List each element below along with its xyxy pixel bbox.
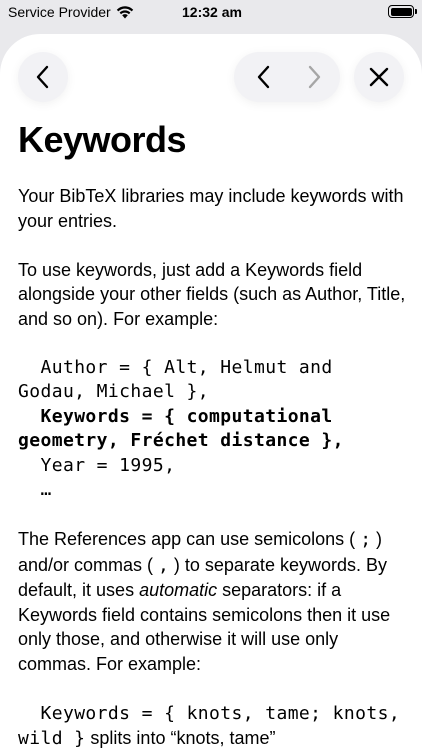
code-example-separators: Keywords = { knots, tame; knots, wild } … <box>18 701 410 750</box>
wifi-icon <box>116 5 133 18</box>
article-body: Keywords Your BibTeX libraries may inclu… <box>18 118 410 750</box>
semicolon-code: ; <box>360 529 372 550</box>
paragraph-intro: Your BibTeX libraries may include keywor… <box>18 186 404 231</box>
chevron-right-icon <box>308 65 321 89</box>
code-example-fields: Author = { Alt, Helmut and Godau, Michae… <box>18 356 410 503</box>
page-title: Keywords <box>18 119 187 160</box>
back-button[interactable] <box>18 52 68 102</box>
help-sheet: Keywords Your BibTeX libraries may inclu… <box>0 34 422 750</box>
page-navigator <box>234 52 340 102</box>
chevron-left-icon <box>257 65 270 89</box>
code-line-year: Year = 1995, <box>18 454 176 476</box>
status-bar: Service Provider 12:32 am <box>0 0 422 26</box>
previous-page-button[interactable] <box>242 52 286 102</box>
close-button[interactable] <box>354 52 404 102</box>
status-left: Service Provider <box>8 4 134 20</box>
comma-code: , <box>158 554 169 576</box>
paragraph-separators: The References app can use semicolons ( … <box>18 527 410 676</box>
clock: 12:32 am <box>182 4 242 20</box>
automatic-emphasis: automatic <box>139 580 218 600</box>
code-line-keywords: Keywords = { computational geometry, Fré… <box>18 405 344 452</box>
next-page-button[interactable] <box>292 52 336 102</box>
carrier-label: Service Provider <box>8 4 111 20</box>
split-description: splits into “knots, tame” <box>85 728 276 748</box>
paragraph-usage: To use keywords, just add a Keywords fie… <box>18 259 406 329</box>
code-line-author: Author = { Alt, Helmut and Godau, Michae… <box>18 356 344 403</box>
battery-icon <box>388 5 417 18</box>
close-icon <box>369 67 389 87</box>
code-line-ellipsis: … <box>18 479 52 500</box>
text-segment: The References app can use semicolons ( <box>18 529 361 549</box>
chevron-left-icon <box>36 65 49 89</box>
